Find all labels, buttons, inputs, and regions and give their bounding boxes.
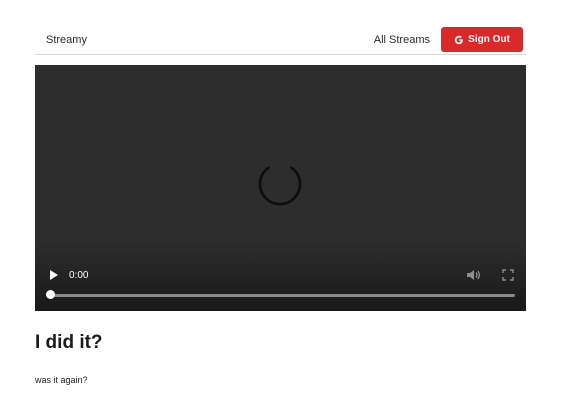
video-player[interactable]: 0:00 [35,65,526,311]
header: Streamy All Streams Sign Out [35,24,526,55]
all-streams-link[interactable]: All Streams [374,34,430,46]
fullscreen-icon[interactable] [501,268,515,282]
progress-thumb[interactable] [46,290,55,299]
loading-spinner-icon [254,155,306,207]
brand-link[interactable]: Streamy [46,34,87,46]
controls-overlay [35,241,526,311]
volume-icon[interactable] [465,268,481,282]
stream-title: I did it? [35,332,103,353]
time-display: 0:00 [69,270,89,281]
progress-bar[interactable] [50,294,515,297]
google-icon [454,35,464,45]
play-icon[interactable] [47,268,61,282]
sign-out-button[interactable]: Sign Out [441,27,523,52]
stream-description: was it again? [35,375,88,385]
sign-out-label: Sign Out [468,34,510,45]
